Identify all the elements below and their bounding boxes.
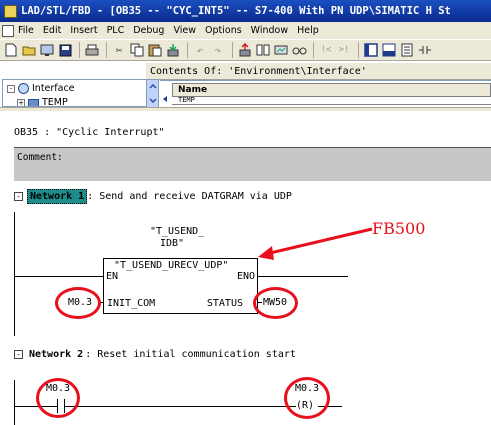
open-icon[interactable] <box>21 42 37 58</box>
variable-icon <box>28 98 39 106</box>
instance-db-name[interactable]: "T_USEND_ <box>150 226 204 237</box>
highlight-circle-output <box>253 287 298 319</box>
block-title: OB35 : "Cyclic Interrupt" <box>14 127 165 138</box>
redo-icon[interactable]: ↷ <box>210 42 226 58</box>
network-prev-icon[interactable]: !< <box>318 42 334 58</box>
contact-icon[interactable] <box>417 42 433 58</box>
highlight-circle-coil <box>284 377 330 419</box>
copy-icon[interactable] <box>129 42 145 58</box>
status-pin: STATUS <box>206 298 243 309</box>
init-com-pin: INIT_COM <box>107 298 156 309</box>
tree-item-interface[interactable]: - Interface <box>7 83 75 94</box>
upload-icon[interactable] <box>237 42 253 58</box>
en-pin: EN <box>106 271 119 282</box>
collapse-icon[interactable]: - <box>7 84 15 93</box>
print-icon[interactable] <box>84 42 100 58</box>
power-rail-left <box>14 212 15 336</box>
block-name: "T_USEND_URECV_UDP" <box>114 260 229 271</box>
annotation-arrow-icon <box>258 227 373 260</box>
details-icon[interactable] <box>381 42 397 58</box>
table-row[interactable]: TEMP <box>172 97 491 105</box>
menu-bar: File Edit Insert PLC Debug View Options … <box>0 22 491 39</box>
menu-view[interactable]: View <box>173 25 196 36</box>
title-bar: LAD/STL/FBD - [OB35 -- "CYC_INT5" -- S7-… <box>0 0 491 22</box>
function-block-box[interactable]: "T_USEND_URECV_UDP" EN ENO INIT_COM STAT… <box>103 258 258 314</box>
menu-options[interactable]: Options <box>205 25 242 36</box>
instance-db-name-line2[interactable]: IDB" <box>160 238 184 249</box>
contents-of-header: Contents Of: 'Environment\Interface' <box>146 63 491 80</box>
rung-wire <box>64 406 296 407</box>
glasses-icon[interactable] <box>291 42 307 58</box>
power-rail-left <box>14 380 15 425</box>
en-wire <box>14 276 103 277</box>
menu-insert[interactable]: Insert <box>70 25 97 36</box>
network-1-description: : Send and receive DATGRAM via UDP <box>87 191 292 202</box>
interface-tree[interactable]: - Interface + TEMP <box>2 79 159 107</box>
menu-window[interactable]: Window <box>251 25 288 36</box>
eno-pin: ENO <box>236 271 255 282</box>
globe-icon <box>18 83 29 94</box>
menu-debug[interactable]: Debug <box>133 25 164 36</box>
cut-icon[interactable]: ✂ <box>111 42 127 58</box>
table-row-selector-icon[interactable] <box>162 83 171 105</box>
collapse-icon[interactable]: - <box>14 192 23 201</box>
network-2-header[interactable]: - Network 2 : Reset initial communicatio… <box>14 348 296 361</box>
menu-file[interactable]: File <box>18 25 34 36</box>
collapse-icon[interactable]: - <box>14 350 23 359</box>
online-icon[interactable] <box>39 42 55 58</box>
monitor-icon[interactable] <box>273 42 289 58</box>
menu-edit[interactable]: Edit <box>43 25 61 36</box>
window-title: LAD/STL/FBD - [OB35 -- "CYC_INT5" -- S7-… <box>21 5 451 17</box>
network-1-header[interactable]: - Network 1 : Send and receive DATGRAM v… <box>14 189 292 204</box>
overview-icon[interactable] <box>363 42 379 58</box>
paste-icon[interactable] <box>147 42 163 58</box>
highlight-circle-input <box>55 287 101 319</box>
catalog-icon[interactable] <box>399 42 415 58</box>
tree-scrollbar[interactable] <box>146 80 158 107</box>
tree-item-temp[interactable]: + TEMP <box>17 97 68 107</box>
new-icon[interactable] <box>3 42 19 58</box>
column-header-name[interactable]: Name <box>172 83 491 97</box>
toolbar: ✂ ↶ ↷ !< >! <box>0 39 491 61</box>
block-comment[interactable]: Comment: <box>14 147 491 181</box>
panel-splitter[interactable] <box>0 107 491 112</box>
highlight-circle-contact <box>36 378 80 418</box>
compare-icon[interactable] <box>255 42 271 58</box>
menu-plc[interactable]: PLC <box>107 25 125 36</box>
download-icon[interactable] <box>165 42 181 58</box>
network-1-label[interactable]: Network 1 <box>27 189 88 204</box>
undo-icon[interactable]: ↶ <box>192 42 208 58</box>
document-icon[interactable] <box>2 24 14 37</box>
app-icon <box>4 4 17 18</box>
eno-wire <box>258 276 348 277</box>
save-icon[interactable] <box>57 42 73 58</box>
network-next-icon[interactable]: >! <box>336 42 352 58</box>
fb500-annotation: FB500 <box>372 219 426 238</box>
network-2-label[interactable]: Network 2 <box>27 348 85 361</box>
expand-icon[interactable]: + <box>17 98 25 106</box>
tree-item-label: Interface <box>32 83 75 94</box>
tree-item-label: TEMP <box>42 97 68 107</box>
network-2-description: : Reset initial communication start <box>85 349 296 360</box>
comment-label: Comment: <box>17 152 63 163</box>
menu-help[interactable]: Help <box>297 25 319 36</box>
